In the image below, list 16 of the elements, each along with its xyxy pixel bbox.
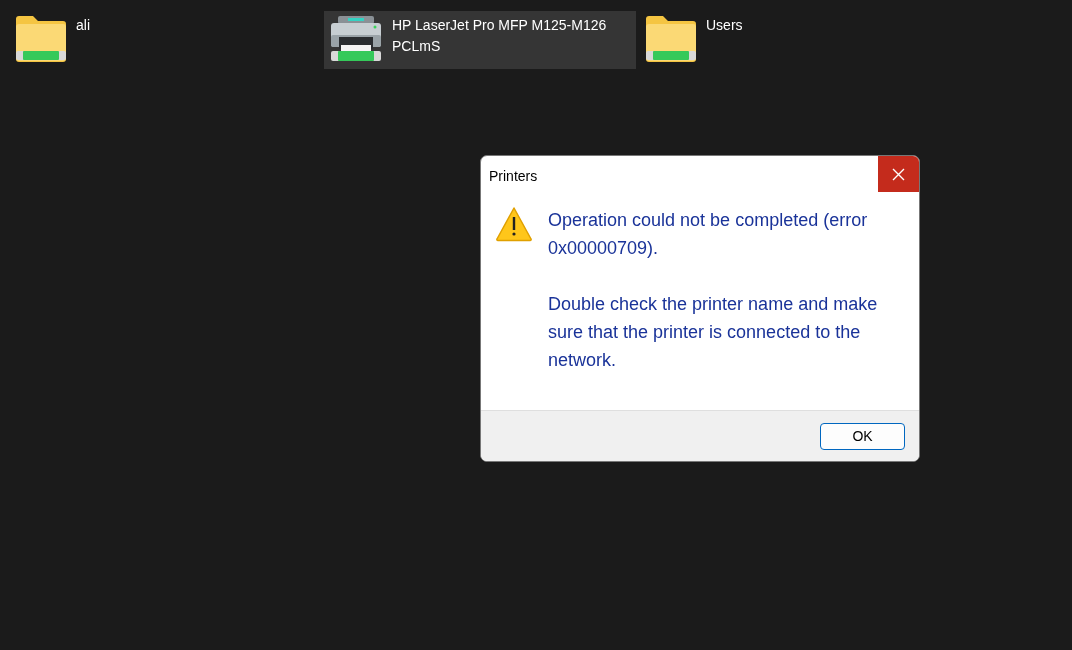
folder-icon xyxy=(14,13,68,63)
close-icon xyxy=(892,167,905,181)
close-button[interactable] xyxy=(878,156,919,192)
desktop-item[interactable]: Users xyxy=(640,11,780,69)
desktop-item[interactable]: HP LaserJet Pro MFP M125-M126 PCLmS xyxy=(324,11,636,69)
ok-button[interactable]: OK xyxy=(820,422,905,450)
error-message: Operation could not be completed (error 0x00000709). xyxy=(548,209,869,260)
warning-icon xyxy=(495,206,533,242)
printer-icon xyxy=(328,13,384,63)
window-title: Printers xyxy=(488,167,539,186)
folder-icon xyxy=(644,13,698,63)
item-label: HP LaserJet Pro MFP M125-M126 PCLmS xyxy=(392,16,608,56)
desktop-item[interactable]: ali xyxy=(10,11,320,69)
error-message: Double check the printer name and make sure that the printer is connected to the network. xyxy=(548,293,879,372)
item-label: Users xyxy=(706,16,743,35)
item-label: ali xyxy=(76,16,90,35)
